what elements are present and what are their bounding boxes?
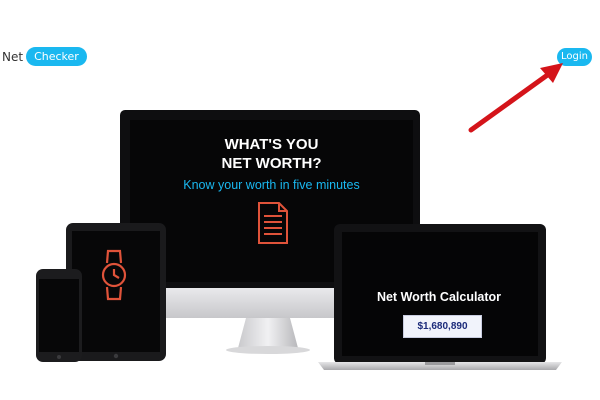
laptop-title: Net Worth Calculator xyxy=(376,290,502,304)
monitor-subheadline: Know your worth in five minutes xyxy=(183,178,360,192)
phone xyxy=(36,269,82,362)
devices-illustration xyxy=(36,110,562,370)
net-worth-value: $1,680,890 xyxy=(403,315,482,338)
headline-line1: WHAT'S YOU xyxy=(224,136,319,153)
headline-line2: NET WORTH? xyxy=(221,155,322,172)
monitor-headline: WHAT'S YOU NET WORTH? xyxy=(130,135,413,173)
